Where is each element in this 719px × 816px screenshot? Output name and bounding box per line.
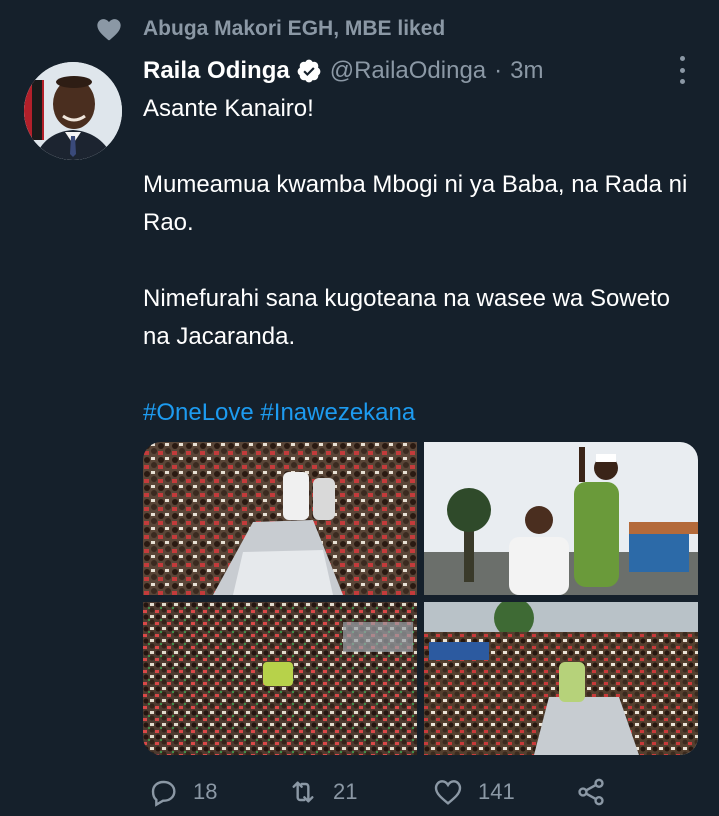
heart-icon [434,780,462,805]
crowd-street-photo[interactable] [424,602,698,755]
heart-icon [97,19,121,41]
social-context-text[interactable]: Abuga Makori EGH, MBE liked [143,17,445,41]
reply-icon [151,780,176,807]
tweet-text: Asante Kanairo! Mumeamua kwamba Mbogi ni… [143,90,703,432]
more-options-icon[interactable] [668,56,696,84]
tweet-paragraph: Asante Kanairo! [143,95,314,122]
share-button[interactable] [575,772,607,812]
tweet-paragraph: Nimefurahi sana kugoteana na wasee wa So… [143,285,670,350]
media-grid [143,442,698,755]
crowd-car-photo[interactable] [143,442,417,595]
avatar[interactable] [24,62,122,160]
tweet-hashtags[interactable]: #OneLove #Inawezekana [143,394,703,432]
tweet-actions: 18 21 141 [143,772,623,812]
social-context: Abuga Makori EGH, MBE liked [95,14,445,44]
author-handle[interactable]: @RailaOdinga [330,57,486,85]
retweet-count: 21 [333,779,358,804]
crowd-wide-photo[interactable] [143,602,417,755]
retweet-icon [292,781,314,803]
like-button[interactable]: 141 [432,772,515,812]
display-name[interactable]: Raila Odinga [143,57,290,85]
separator-dot: · [494,57,503,84]
verified-badge-icon [297,59,321,83]
retweet-button[interactable]: 21 [287,772,357,812]
like-count: 141 [478,779,515,804]
reply-button[interactable]: 18 [147,772,217,812]
avatar-image [24,62,122,160]
tweet-header: Raila Odinga @RailaOdinga · 3m [143,54,544,88]
reply-count: 18 [193,779,218,804]
timestamp[interactable]: 3m [510,57,543,85]
rally-speakers-photo[interactable] [424,442,698,595]
tweet-paragraph: Mumeamua kwamba Mbogi ni ya Baba, na Rad… [143,171,688,236]
share-icon [578,778,604,806]
